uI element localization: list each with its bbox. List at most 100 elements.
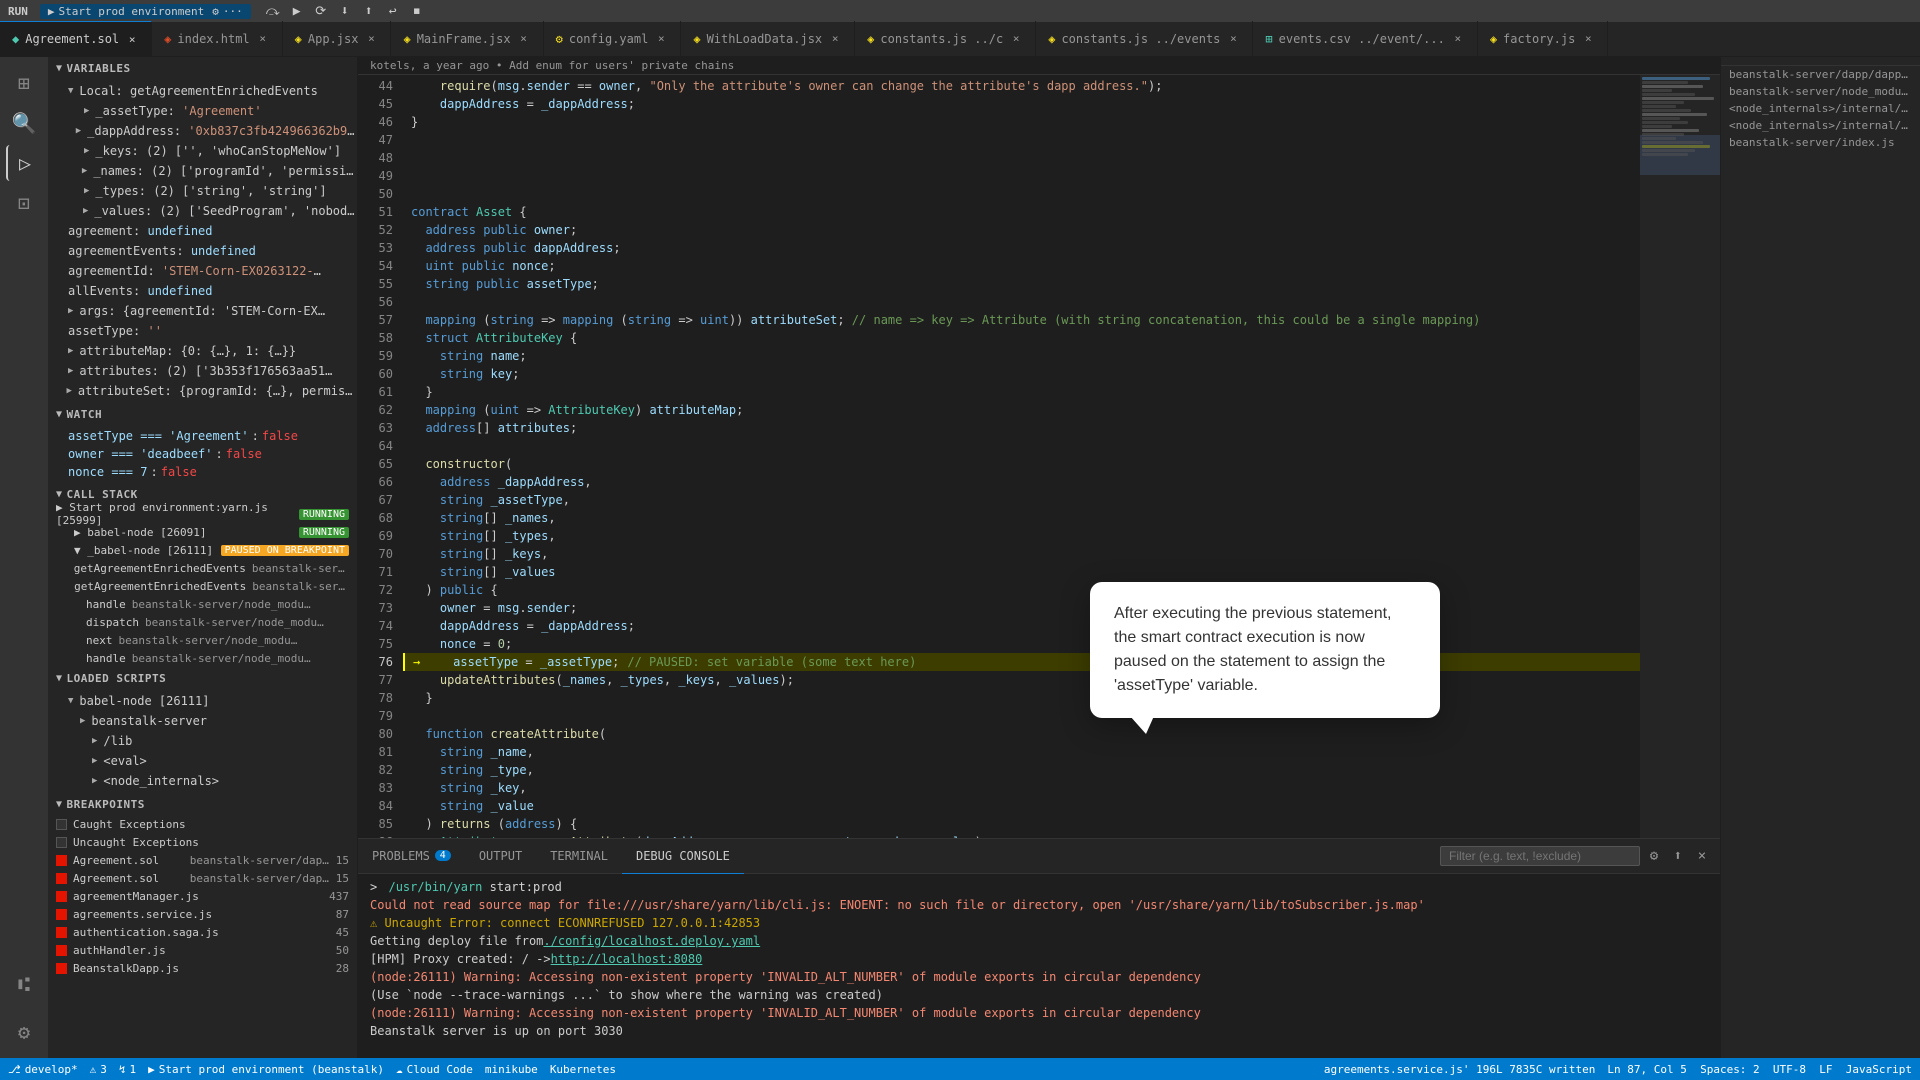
- bp-checkbox[interactable]: [56, 963, 67, 974]
- console-link[interactable]: ./config/localhost.deploy.yaml: [543, 932, 760, 950]
- tab-constants-js-events[interactable]: ◈ constants.js ../events ×: [1036, 21, 1253, 56]
- var-dappaddress[interactable]: ▶ _dappAddress: '0xb837c3fb424966362b909…: [48, 121, 357, 141]
- console-file[interactable]: /usr/bin/yarn: [388, 878, 482, 896]
- breakpoints-header[interactable]: ▼ BREAKPOINTS: [48, 793, 357, 815]
- var-values[interactable]: ▶ _values: (2) ['SeedProgram', 'nobody']: [48, 201, 357, 221]
- bp-checkbox[interactable]: [56, 927, 67, 938]
- var-names[interactable]: ▶ _names: (2) ['programId', 'permissions…: [48, 161, 357, 181]
- close-icon[interactable]: ×: [828, 32, 842, 45]
- search-icon[interactable]: 🔍: [6, 105, 42, 141]
- tab-agreement-sol[interactable]: ◆ Agreement.sol ×: [0, 21, 152, 56]
- close-icon[interactable]: ×: [1009, 32, 1023, 45]
- status-position[interactable]: Ln 87, Col 5 Spaces: 2 UTF-8 LF JavaScri…: [1607, 1063, 1912, 1076]
- restart-btn[interactable]: ⟳: [311, 1, 331, 21]
- watch-header[interactable]: ▼ WATCH: [48, 403, 357, 425]
- stack-frame-1[interactable]: getAgreementEnrichedEvents beanstalk-ser…: [48, 559, 357, 577]
- loaded-scripts-header[interactable]: ▼ LOADED SCRIPTS: [48, 667, 357, 689]
- continue-btn[interactable]: ▶: [287, 1, 307, 21]
- panel-maximize-btn[interactable]: ⬆: [1668, 846, 1688, 866]
- var-allevents[interactable]: allEvents: undefined: [48, 281, 357, 301]
- var-attributes[interactable]: ▶ attributes: (2) ['3b353f176563aa519683…: [48, 361, 357, 381]
- stack-babel-node-26091[interactable]: ▶ babel-node [26091] RUNNING: [48, 523, 357, 541]
- script-beanstalk[interactable]: ▶ beanstalk-server: [48, 711, 357, 731]
- stack-frame-2[interactable]: getAgreementEnrichedEvents beanstalk-ser…: [48, 577, 357, 595]
- close-icon[interactable]: ×: [654, 32, 668, 45]
- var-agreementid[interactable]: agreementId: 'STEM-Corn-EX0263122-dealer…: [48, 261, 357, 281]
- step-out-btn[interactable]: ⬆: [359, 1, 379, 21]
- tab-output[interactable]: OUTPUT: [465, 839, 536, 874]
- status-minikube[interactable]: minikube: [485, 1063, 538, 1076]
- tab-factory-js[interactable]: ◈ factory.js ×: [1478, 21, 1608, 56]
- env-pill[interactable]: ▶ Start prod environment ⚙ ···: [40, 4, 251, 19]
- bp-uncaught[interactable]: Uncaught Exceptions: [48, 833, 357, 851]
- close-icon[interactable]: ×: [256, 32, 270, 45]
- source-control-icon[interactable]: ⑆: [6, 966, 42, 1002]
- tab-mainframe-jsx[interactable]: ◈ MainFrame.jsx ×: [391, 21, 543, 56]
- explorer-icon[interactable]: ⊞: [6, 65, 42, 101]
- status-debug-env[interactable]: ▶ Start prod environment (beanstalk): [148, 1063, 384, 1076]
- bp-authhandler[interactable]: authHandler.js 50: [48, 941, 357, 959]
- bp-authentication-saga[interactable]: authentication.saga.js 45: [48, 923, 357, 941]
- tab-withloaddata-jsx[interactable]: ◈ WithLoadData.jsx ×: [681, 21, 855, 56]
- script-eval[interactable]: ▶ <eval>: [48, 751, 357, 771]
- tab-constants-js-arc[interactable]: ◈ constants.js ../c ×: [855, 21, 1036, 56]
- tab-index-html[interactable]: ◈ index.html ×: [152, 21, 282, 56]
- bp-checkbox[interactable]: [56, 909, 67, 920]
- script-babel-node[interactable]: ▼ babel-node [26111]: [48, 691, 357, 711]
- tab-config-yaml[interactable]: ⚙ config.yaml ×: [544, 21, 682, 56]
- var-assettype2[interactable]: assetType: '': [48, 321, 357, 341]
- close-icon[interactable]: ×: [1581, 32, 1595, 45]
- stack-frame-5[interactable]: next beanstalk-server/node_modules/expre…: [48, 631, 357, 649]
- close-icon[interactable]: ×: [517, 32, 531, 45]
- panel-settings-btn[interactable]: ⚙: [1644, 846, 1664, 866]
- step-back-btn[interactable]: ↩: [383, 1, 403, 21]
- stack-frame-4[interactable]: dispatch beanstalk-server/node_modules/e…: [48, 613, 357, 631]
- stack-frame-6[interactable]: handle beanstalk-server/node_modules/exp…: [48, 649, 357, 667]
- step-into-btn[interactable]: ⬇: [335, 1, 355, 21]
- close-icon[interactable]: ×: [1226, 32, 1240, 45]
- bp-checkbox[interactable]: [56, 945, 67, 956]
- tab-app-jsx[interactable]: ◈ App.jsx ×: [283, 21, 392, 56]
- bp-checkbox[interactable]: [56, 837, 67, 848]
- status-branch[interactable]: ⎇ develop*: [8, 1063, 78, 1076]
- console-link-localhost[interactable]: http://localhost:8080: [551, 950, 703, 968]
- script-node-internals[interactable]: ▶ <node_internals>: [48, 771, 357, 791]
- step-over-btn[interactable]: ⤼: [263, 1, 283, 21]
- bp-agreement-sol-1[interactable]: Agreement.sol beanstalk-server/dapp/agre…: [48, 851, 357, 869]
- tab-terminal[interactable]: TERMINAL: [536, 839, 622, 874]
- settings-icon[interactable]: ⚙: [6, 1014, 42, 1050]
- status-warnings[interactable]: ↯ 1: [119, 1063, 136, 1076]
- bp-checkbox[interactable]: [56, 855, 67, 866]
- var-assettype[interactable]: ▶ _assetType: 'Agreement': [48, 101, 357, 121]
- close-icon[interactable]: ×: [1451, 32, 1465, 45]
- debug-icon[interactable]: ▷: [6, 145, 42, 181]
- stop-btn[interactable]: ⏹: [407, 1, 427, 21]
- bp-beanstalkdapp[interactable]: BeanstalkDapp.js 28: [48, 959, 357, 977]
- extensions-icon[interactable]: ⊡: [6, 185, 42, 221]
- var-keys[interactable]: ▶ _keys: (2) ['', 'whoCanStopMeNow']: [48, 141, 357, 161]
- script-lib[interactable]: ▶ /lib: [48, 731, 357, 751]
- bp-checkbox[interactable]: [56, 873, 67, 884]
- stack-babel-node-26111-parent[interactable]: ▼ _babel-node [26111] PAUSED ON BREAKPOI…: [48, 541, 357, 559]
- var-attributemap[interactable]: ▶ attributeMap: {0: {…}, 1: {…}}: [48, 341, 357, 361]
- bp-agreement-sol-2[interactable]: Agreement.sol beanstalk-server/dapp/agre…: [48, 869, 357, 887]
- filter-input[interactable]: [1440, 846, 1640, 866]
- bp-checkbox[interactable]: [56, 819, 67, 830]
- status-kubernetes[interactable]: Kubernetes: [550, 1063, 616, 1076]
- var-agreementevents[interactable]: agreementEvents: undefined: [48, 241, 357, 261]
- bp-agreementmanager[interactable]: agreementManager.js 437: [48, 887, 357, 905]
- tab-debug-console[interactable]: DEBUG CONSOLE: [622, 839, 744, 874]
- bp-checkbox[interactable]: [56, 891, 67, 902]
- panel-close-btn[interactable]: ×: [1692, 846, 1712, 866]
- var-agreement[interactable]: agreement: undefined: [48, 221, 357, 241]
- var-args[interactable]: ▶ args: {agreementId: 'STEM-Corn-EX02631…: [48, 301, 357, 321]
- var-types[interactable]: ▶ _types: (2) ['string', 'string']: [48, 181, 357, 201]
- status-cloud-code[interactable]: ☁ Cloud Code: [396, 1063, 473, 1076]
- tab-problems[interactable]: PROBLEMS 4: [358, 839, 465, 874]
- bp-caught[interactable]: Caught Exceptions: [48, 815, 357, 833]
- variables-header[interactable]: ▼ VARIABLES: [48, 57, 357, 79]
- var-attributeset[interactable]: ▶ attributeSet: {programId: {…}, permiss…: [48, 381, 357, 401]
- status-errors[interactable]: ⚠ 3: [90, 1063, 107, 1076]
- stack-start-prod[interactable]: ▶ Start prod environment:yarn.js [25999]…: [48, 505, 357, 523]
- close-icon[interactable]: ×: [125, 33, 139, 46]
